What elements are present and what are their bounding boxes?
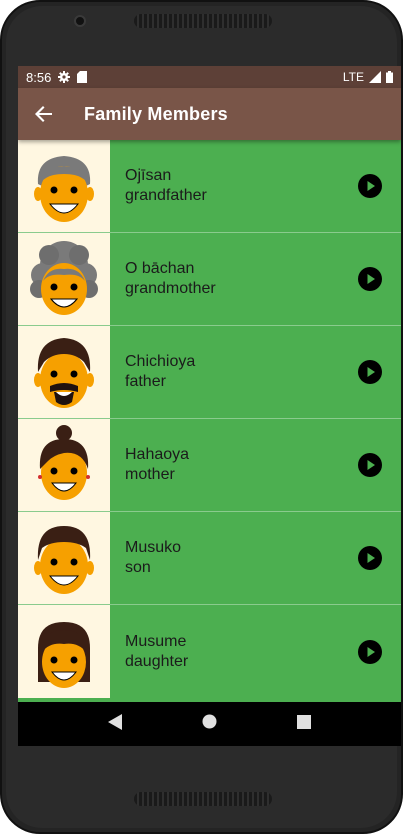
play-audio-button[interactable] bbox=[351, 233, 401, 325]
front-camera bbox=[74, 15, 86, 27]
member-japanese: Musume bbox=[125, 632, 187, 650]
list-item-father[interactable]: Chichioya father bbox=[18, 326, 401, 419]
play-audio-button[interactable] bbox=[351, 419, 401, 511]
avatar bbox=[18, 326, 110, 418]
member-text: Musume daughter bbox=[110, 605, 351, 698]
member-text: Hahaoya mother bbox=[110, 419, 351, 511]
member-japanese: Hahaoya bbox=[125, 446, 190, 463]
list-item-son[interactable]: Musuko son bbox=[18, 512, 401, 605]
nav-home-button[interactable] bbox=[202, 714, 217, 734]
grandfather-icon bbox=[34, 156, 94, 222]
member-english: father bbox=[125, 373, 166, 390]
member-japanese: O bāchan bbox=[125, 260, 195, 277]
status-time: 8:56 bbox=[26, 69, 52, 85]
list-item-daughter[interactable]: Musume daughter bbox=[18, 605, 401, 698]
avatar bbox=[18, 605, 110, 698]
member-japanese: Ojīsan bbox=[125, 167, 172, 184]
nav-recents-button[interactable] bbox=[297, 714, 311, 734]
play-circle-icon bbox=[358, 267, 382, 291]
battery-icon bbox=[386, 71, 393, 83]
member-text: Chichioya father bbox=[110, 326, 351, 418]
network-type: LTE bbox=[342, 70, 364, 84]
play-circle-icon bbox=[358, 453, 382, 477]
mother-icon bbox=[38, 425, 90, 500]
play-circle-icon bbox=[358, 174, 382, 198]
play-audio-button[interactable] bbox=[351, 512, 401, 604]
play-circle-icon bbox=[358, 639, 382, 664]
father-icon bbox=[34, 338, 94, 408]
avatar bbox=[18, 140, 110, 232]
avatar bbox=[18, 233, 110, 325]
play-circle-icon bbox=[358, 360, 382, 384]
grandmother-icon bbox=[30, 241, 98, 315]
member-english: son bbox=[125, 559, 151, 576]
nav-back-button[interactable] bbox=[108, 713, 122, 735]
daughter-icon bbox=[38, 621, 90, 688]
status-bar: 8:56 LTE bbox=[18, 66, 401, 88]
avatar bbox=[18, 512, 110, 604]
app-screen: 8:56 LTE Family Members Ojīsan grandfath… bbox=[18, 66, 401, 746]
triangle-back-icon bbox=[108, 713, 122, 730]
bottom-speaker bbox=[134, 792, 272, 806]
signal-icon bbox=[369, 71, 381, 83]
app-bar: Family Members bbox=[18, 88, 401, 140]
member-english: grandmother bbox=[125, 280, 216, 297]
page-title: Family Members bbox=[84, 103, 228, 124]
member-english: mother bbox=[125, 466, 175, 483]
sd-card-icon bbox=[77, 71, 88, 83]
back-button[interactable] bbox=[32, 102, 56, 126]
play-circle-icon bbox=[358, 546, 382, 570]
son-icon bbox=[34, 526, 94, 594]
member-text: Ojīsan grandfather bbox=[110, 140, 351, 232]
member-english: daughter bbox=[125, 652, 189, 670]
earpiece-speaker bbox=[134, 14, 272, 28]
play-audio-button[interactable] bbox=[351, 140, 401, 232]
arrow-back-icon bbox=[35, 106, 52, 122]
member-japanese: Musuko bbox=[125, 539, 182, 556]
member-japanese: Chichioya bbox=[125, 353, 196, 370]
list-item-grandmother[interactable]: O bāchan grandmother bbox=[18, 233, 401, 326]
system-navigation-bar bbox=[18, 702, 401, 746]
member-text: O bāchan grandmother bbox=[110, 233, 351, 325]
play-audio-button[interactable] bbox=[351, 326, 401, 418]
avatar bbox=[18, 419, 110, 511]
square-recents-icon bbox=[297, 714, 311, 729]
family-member-list: Ojīsan grandfather O bāchan grandmother … bbox=[18, 140, 401, 698]
circle-home-icon bbox=[202, 714, 217, 729]
list-item-grandfather[interactable]: Ojīsan grandfather bbox=[18, 140, 401, 233]
member-text: Musuko son bbox=[110, 512, 351, 604]
settings-gear-icon bbox=[58, 71, 71, 83]
list-item-mother[interactable]: Hahaoya mother bbox=[18, 419, 401, 512]
member-english: grandfather bbox=[125, 187, 207, 204]
play-audio-button[interactable] bbox=[351, 605, 401, 698]
